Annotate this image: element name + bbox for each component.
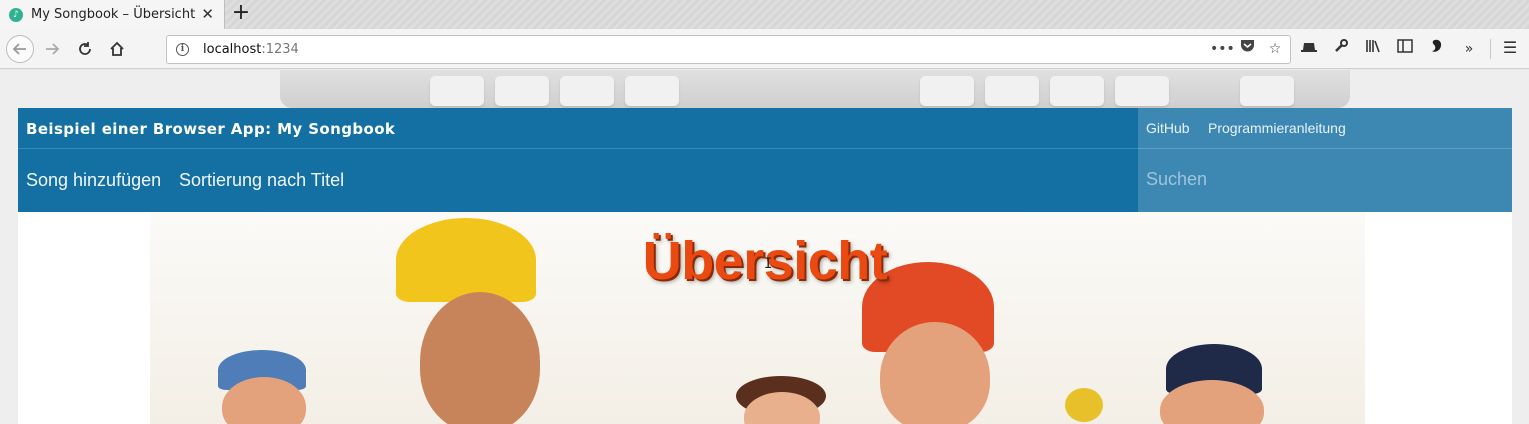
top-navbar-links: GitHub Programmieranleitung: [1138, 108, 1512, 149]
hat-icon[interactable]: [1300, 38, 1318, 60]
close-tab-icon[interactable]: ✕: [201, 5, 214, 23]
url-host: localhost: [203, 42, 262, 57]
toolbar-divider: [1490, 39, 1491, 59]
forward-arrow-icon[interactable]: [38, 35, 66, 63]
url-port: :1234: [261, 42, 299, 57]
tab-title: My Songbook – Übersicht: [31, 7, 196, 22]
back-arrow-icon[interactable]: [6, 35, 34, 63]
page-viewport: Beispiel einer Browser App: My Songbook …: [0, 70, 1529, 424]
star-icon[interactable]: ☆: [1266, 39, 1284, 59]
pocket-icon[interactable]: [1238, 39, 1256, 59]
guide-link[interactable]: Programmieranleitung: [1208, 120, 1346, 136]
search-input[interactable]: [1146, 163, 1496, 195]
hero-banner: Übersicht I: [18, 212, 1512, 424]
library-icon[interactable]: [1364, 38, 1382, 60]
tab-strip: ♪ My Songbook – Übersicht ✕ +: [0, 0, 1529, 29]
address-bar[interactable]: i localhost :1234 ••• ☆: [166, 35, 1291, 64]
app-brand[interactable]: Beispiel einer Browser App: My Songbook: [26, 120, 395, 138]
reload-icon[interactable]: [71, 35, 99, 63]
home-icon[interactable]: [103, 35, 131, 63]
sort-by-title-link[interactable]: Sortierung nach Titel: [179, 170, 344, 191]
info-icon[interactable]: i: [176, 43, 189, 56]
sidebar-icon[interactable]: [1396, 38, 1414, 60]
keyboard-background-image: [280, 70, 1350, 108]
overflow-icon[interactable]: »: [1460, 38, 1478, 60]
github-link[interactable]: GitHub: [1146, 120, 1190, 136]
text-cursor-icon: I: [764, 256, 773, 272]
add-song-link[interactable]: Song hinzufügen: [26, 170, 161, 191]
hamburger-menu-icon[interactable]: ☰: [1500, 38, 1520, 60]
extension-icon[interactable]: [1428, 38, 1446, 60]
search-area: [1138, 149, 1512, 212]
music-favicon-icon: ♪: [9, 7, 23, 22]
browser-tab[interactable]: ♪ My Songbook – Übersicht ✕: [0, 0, 225, 29]
songbook-app: Beispiel einer Browser App: My Songbook …: [18, 108, 1512, 424]
new-tab-button[interactable]: +: [229, 1, 253, 27]
more-dots-icon[interactable]: •••: [1210, 39, 1235, 59]
browser-toolbar: i localhost :1234 ••• ☆ » ☰: [0, 29, 1529, 69]
wrench-icon[interactable]: [1332, 38, 1350, 60]
